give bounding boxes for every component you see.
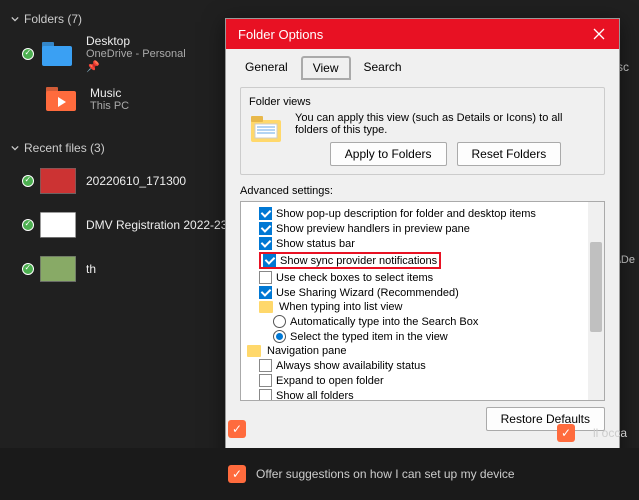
settings-option[interactable]: Show pop-up description for folder and d… xyxy=(243,206,602,221)
settings-checkbox[interactable] xyxy=(228,420,256,438)
radio-icon xyxy=(273,315,286,328)
checkbox-icon xyxy=(259,286,272,299)
scrollbar-thumb[interactable] xyxy=(590,242,602,332)
tab-view[interactable]: View xyxy=(301,56,351,80)
checkbox-icon xyxy=(259,207,272,220)
option-label: Automatically type into the Search Box xyxy=(290,316,478,328)
checkbox-icon xyxy=(259,389,272,401)
folder-views-label: Folder views xyxy=(249,96,596,108)
folder-icon xyxy=(44,81,80,117)
sync-status-icon xyxy=(22,175,34,187)
chevron-down-icon xyxy=(10,143,20,153)
folder-icon xyxy=(40,36,76,72)
reset-folders-button[interactable]: Reset Folders xyxy=(457,142,562,166)
checkbox-icon xyxy=(259,271,272,284)
sync-status-icon xyxy=(22,48,34,60)
checkbox-icon xyxy=(263,254,276,267)
folder-location: This PC xyxy=(90,100,129,112)
settings-option[interactable]: Always show availability status xyxy=(243,358,602,373)
settings-option[interactable]: Show preview handlers in preview pane xyxy=(243,221,602,236)
tab-search[interactable]: Search xyxy=(351,55,415,79)
truncated-label: ll occa xyxy=(593,426,627,440)
settings-option[interactable]: Automatically type into the Search Box xyxy=(243,314,602,329)
option-label: Expand to open folder xyxy=(276,375,384,387)
folder-name: Desktop xyxy=(86,34,186,48)
folder-icon xyxy=(259,301,273,313)
option-label: Always show availability status xyxy=(276,360,426,372)
option-label: Use check boxes to select items xyxy=(276,272,433,284)
file-thumbnail-icon xyxy=(40,207,76,243)
option-label: Show sync provider notifications xyxy=(280,255,437,267)
settings-option[interactable]: Show all folders xyxy=(243,388,602,401)
settings-option[interactable]: Use check boxes to select items xyxy=(243,270,602,285)
folder-options-dialog: Folder Options General View Search Folde… xyxy=(225,18,620,484)
option-label: Select the typed item in the view xyxy=(290,331,448,343)
chevron-down-icon xyxy=(10,14,20,24)
checkbox-icon xyxy=(228,465,246,483)
scrollbar[interactable] xyxy=(588,202,604,400)
checkbox-icon xyxy=(259,222,272,235)
suggestion-label: Offer suggestions on how I can set up my… xyxy=(256,467,515,481)
file-thumbnail-icon xyxy=(40,163,76,199)
close-button[interactable] xyxy=(579,19,619,49)
file-thumbnail-icon xyxy=(40,251,76,287)
file-name: DMV Registration 2022-23 xyxy=(86,218,227,232)
tabs-bar: General View Search xyxy=(226,49,619,79)
folder-name: Music xyxy=(90,86,129,100)
option-label: Show all folders xyxy=(276,390,354,402)
folder-views-description: You can apply this view (such as Details… xyxy=(295,112,596,136)
file-name: th xyxy=(86,262,96,276)
advanced-settings-list[interactable]: Show pop-up description for folder and d… xyxy=(240,201,605,401)
settings-option[interactable]: Use Sharing Wizard (Recommended) xyxy=(243,285,602,300)
folder-views-icon xyxy=(249,112,285,148)
dialog-titlebar[interactable]: Folder Options xyxy=(226,19,619,49)
pin-icon: 📌 xyxy=(86,60,186,73)
sync-status-icon xyxy=(22,263,34,275)
option-label: Show pop-up description for folder and d… xyxy=(276,208,536,220)
settings-option[interactable]: Expand to open folder xyxy=(243,373,602,388)
advanced-settings-label: Advanced settings: xyxy=(240,185,605,197)
dialog-title: Folder Options xyxy=(238,27,323,42)
radio-icon xyxy=(273,330,286,343)
checkbox-icon xyxy=(259,374,272,387)
option-label: Use Sharing Wizard (Recommended) xyxy=(276,287,459,299)
folder-views-group: Folder views You can apply this view (su… xyxy=(240,87,605,175)
option-label: When typing into list view xyxy=(279,301,403,313)
checkbox-icon xyxy=(259,359,272,372)
apply-to-folders-button[interactable]: Apply to Folders xyxy=(330,142,447,166)
recent-header-label: Recent files (3) xyxy=(24,141,105,155)
bottom-settings-row[interactable]: Offer suggestions on how I can set up my… xyxy=(0,448,639,500)
settings-option[interactable]: Show status bar xyxy=(243,236,602,251)
close-icon xyxy=(593,28,605,40)
option-label: Show preview handlers in preview pane xyxy=(276,223,470,235)
settings-option[interactable]: Select the typed item in the view xyxy=(243,329,602,344)
folder-location: OneDrive - Personal xyxy=(86,48,186,60)
file-name: 20220610_171300 xyxy=(86,174,186,188)
settings-checkbox-row[interactable]: ll occa xyxy=(557,424,627,442)
settings-group: Navigation pane xyxy=(243,344,602,358)
folders-header-label: Folders (7) xyxy=(24,12,82,26)
checkbox-icon xyxy=(557,424,575,442)
tab-general[interactable]: General xyxy=(232,55,301,79)
option-label: Show status bar xyxy=(276,238,355,250)
folder-icon xyxy=(247,345,261,357)
option-label: Navigation pane xyxy=(267,345,347,357)
checkbox-icon xyxy=(259,237,272,250)
settings-group: When typing into list view xyxy=(243,300,602,314)
sync-status-icon xyxy=(22,219,34,231)
settings-option[interactable]: Show sync provider notifications xyxy=(243,251,602,270)
